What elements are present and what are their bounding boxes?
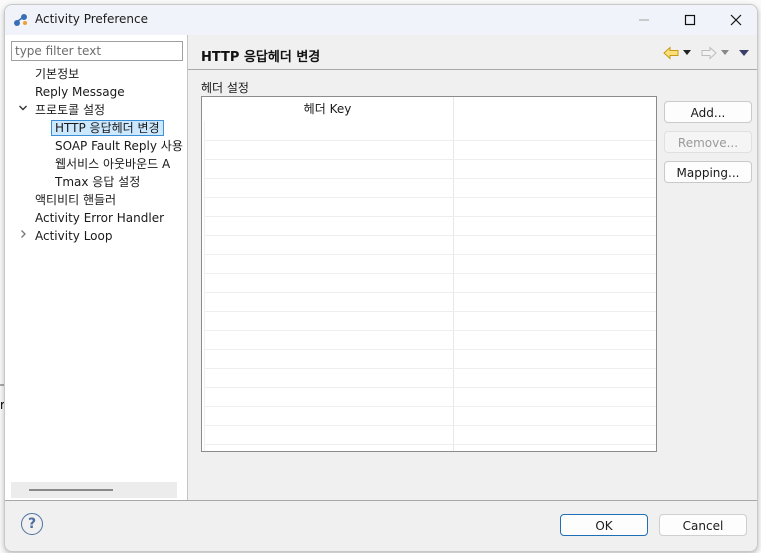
tree-item-protocol-settings[interactable]: 프로토콜 설정 bbox=[17, 101, 105, 119]
forward-button[interactable] bbox=[701, 45, 717, 61]
maximize-button[interactable] bbox=[667, 5, 713, 35]
tree-item-activity-error-handler[interactable]: Activity Error Handler bbox=[35, 209, 164, 227]
help-icon[interactable]: ? bbox=[21, 513, 43, 535]
tree-item-soap-fault-reply[interactable]: SOAP Fault Reply 사용 bbox=[55, 137, 183, 155]
back-arrow-icon bbox=[663, 46, 679, 60]
empty-table-row[interactable] bbox=[204, 178, 656, 198]
activity-preference-dialog: Activity Preference 기본정보 Reply Message 프… bbox=[4, 4, 758, 552]
filter-input[interactable] bbox=[11, 41, 183, 61]
close-icon bbox=[730, 14, 742, 26]
tree-item-activity-loop[interactable]: Activity Loop bbox=[17, 227, 112, 245]
empty-table-row[interactable] bbox=[204, 330, 656, 350]
dropdown-icon bbox=[683, 50, 691, 55]
forward-arrow-icon bbox=[701, 46, 717, 60]
empty-table-row[interactable] bbox=[204, 121, 656, 141]
empty-table-row[interactable] bbox=[204, 425, 656, 445]
tree-item-label: Activity Error Handler bbox=[35, 211, 165, 225]
horizontal-scrollbar[interactable] bbox=[11, 482, 177, 498]
tree-item-label: SOAP Fault Reply 사용 bbox=[55, 139, 183, 153]
view-menu-icon bbox=[739, 49, 749, 56]
minimize-button[interactable] bbox=[621, 5, 667, 35]
tree-item-label: Tmax 응답 설정 bbox=[55, 175, 141, 189]
preference-tree-pane: 기본정보 Reply Message 프로토콜 설정 HTTP 응답헤더 변경 … bbox=[5, 35, 188, 500]
page-title: HTTP 응답헤더 변경 bbox=[201, 50, 321, 65]
tree-item-label: 웹서비스 아웃바운드 A bbox=[55, 157, 171, 171]
tree-item-label: HTTP 응답헤더 변경 bbox=[51, 120, 164, 136]
tree-item-webservice-outbound[interactable]: 웹서비스 아웃바운드 A bbox=[55, 155, 170, 173]
tree-item-tmax-response[interactable]: Tmax 응답 설정 bbox=[55, 173, 140, 191]
scrollbar-thumb[interactable] bbox=[29, 489, 113, 491]
remove-button[interactable]: Remove... bbox=[664, 131, 752, 153]
close-button[interactable] bbox=[713, 5, 757, 35]
ok-button[interactable]: OK bbox=[560, 514, 648, 536]
preference-page: HTTP 응답헤더 변경 헤더 설정 헤더 Key Add... Remove.… bbox=[188, 35, 757, 500]
footer-separator bbox=[5, 500, 757, 501]
column-header-key[interactable]: 헤더 Key bbox=[202, 97, 453, 121]
header-settings-label: 헤더 설정 bbox=[201, 81, 249, 95]
forward-history-dropdown[interactable] bbox=[721, 45, 729, 61]
tree-item-label: Activity Loop bbox=[35, 229, 113, 243]
back-button[interactable] bbox=[663, 45, 679, 61]
empty-table-row[interactable] bbox=[204, 349, 656, 369]
tree-item-label: 액티비티 핸들러 bbox=[35, 193, 117, 207]
chevron-down-icon[interactable] bbox=[17, 101, 29, 119]
chevron-right-icon[interactable] bbox=[17, 227, 29, 245]
tree-item-reply-message[interactable]: Reply Message bbox=[35, 83, 125, 101]
empty-table-row[interactable] bbox=[204, 235, 656, 255]
minimize-icon bbox=[639, 19, 649, 21]
empty-table-row[interactable] bbox=[204, 159, 656, 179]
column-header-value[interactable] bbox=[454, 97, 656, 121]
tree-item-label: 기본정보 bbox=[35, 67, 80, 81]
tree-item-label: Reply Message bbox=[35, 85, 125, 99]
window-title: Activity Preference bbox=[35, 12, 149, 26]
empty-table-row[interactable] bbox=[204, 273, 656, 293]
empty-table-row[interactable] bbox=[204, 311, 656, 331]
cancel-button[interactable]: Cancel bbox=[659, 514, 747, 536]
empty-table-row[interactable] bbox=[204, 197, 656, 217]
tree-item-http-response-header[interactable]: HTTP 응답헤더 변경 bbox=[51, 119, 164, 137]
empty-table-row[interactable] bbox=[204, 368, 656, 388]
page-navigation bbox=[663, 45, 749, 61]
title-bar[interactable]: Activity Preference bbox=[5, 5, 757, 35]
view-menu-button[interactable] bbox=[739, 45, 749, 61]
mapping-button[interactable]: Mapping... bbox=[664, 161, 752, 183]
empty-table-row[interactable] bbox=[204, 387, 656, 407]
empty-table-row[interactable] bbox=[204, 292, 656, 312]
dropdown-icon bbox=[721, 50, 729, 55]
header-table[interactable]: 헤더 Key bbox=[201, 96, 657, 452]
app-icon bbox=[14, 14, 27, 26]
title-separator bbox=[188, 69, 757, 70]
empty-table-row[interactable] bbox=[204, 216, 656, 236]
back-history-dropdown[interactable] bbox=[683, 45, 691, 61]
empty-table-row[interactable] bbox=[204, 254, 656, 274]
add-button[interactable]: Add... bbox=[664, 101, 752, 123]
empty-table-row[interactable] bbox=[204, 140, 656, 160]
tree-item-activity-handler[interactable]: 액티비티 핸들러 bbox=[35, 191, 116, 209]
tree-item-basic-info[interactable]: 기본정보 bbox=[35, 65, 79, 83]
tree-item-label: 프로토콜 설정 bbox=[35, 103, 106, 117]
maximize-icon bbox=[684, 14, 696, 26]
empty-table-row[interactable] bbox=[204, 406, 656, 426]
